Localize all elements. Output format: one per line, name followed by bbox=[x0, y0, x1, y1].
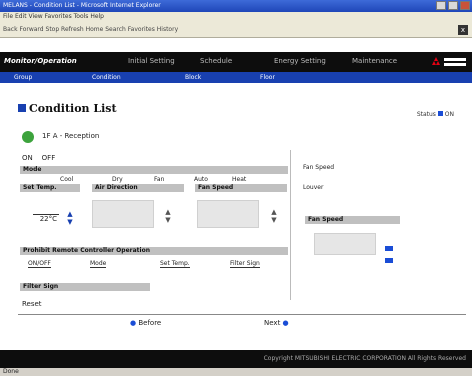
title-square-icon bbox=[18, 104, 26, 112]
previous-label: Before bbox=[138, 319, 162, 327]
mode-header: Mode bbox=[20, 166, 288, 174]
prohibit-mode[interactable]: Mode bbox=[90, 260, 107, 268]
browser-toolbar[interactable]: Back Forward Stop Refresh Home Search Fa… bbox=[0, 22, 472, 38]
top-navigation: Monitor/Operation Initial Setting Schedu… bbox=[0, 52, 472, 72]
previous-button[interactable]: ● Before bbox=[130, 319, 161, 327]
fan-speed-stepper[interactable]: ▲ ▼ bbox=[270, 208, 278, 224]
set-temp-header: Set Temp. bbox=[20, 184, 80, 192]
subnav-floor[interactable]: Floor bbox=[260, 72, 275, 83]
divider bbox=[18, 314, 466, 315]
on-button[interactable]: ON bbox=[22, 154, 33, 162]
fan-speed-header: Fan Speed bbox=[195, 184, 287, 192]
onoff-toggle: ON OFF bbox=[22, 154, 55, 162]
fan-up-icon[interactable] bbox=[385, 246, 393, 251]
nav-energy-setting[interactable]: Energy Setting bbox=[274, 57, 326, 65]
prohibit-header: Prohibit Remote Controller Operation bbox=[20, 247, 288, 255]
next-label: Next bbox=[264, 319, 281, 327]
browser-statusbar: Done bbox=[0, 368, 472, 376]
nav-monitor-operation[interactable]: Monitor/Operation bbox=[4, 57, 77, 65]
minimize-button[interactable] bbox=[436, 1, 446, 10]
right-fan-speed-header: Fan Speed bbox=[305, 216, 400, 224]
filter-sign-header: Filter Sign bbox=[20, 283, 150, 291]
mode-auto[interactable]: Auto bbox=[194, 176, 208, 183]
prohibit-onoff[interactable]: ON/OFF bbox=[28, 260, 51, 268]
air-direction-image bbox=[92, 200, 154, 228]
mode-heat[interactable]: Heat bbox=[232, 176, 246, 183]
browser-menubar[interactable]: File Edit View Favorites Tools Help bbox=[0, 12, 472, 22]
status-indicator: Status ON bbox=[417, 111, 454, 118]
subnav-group[interactable]: Group bbox=[14, 72, 32, 83]
set-temp-value: 22 bbox=[39, 215, 49, 223]
next-arrow-icon: ● bbox=[282, 319, 289, 327]
prohibit-set-temp[interactable]: Set Temp. bbox=[160, 260, 190, 268]
status-value: ON bbox=[444, 111, 454, 118]
mode-fan[interactable]: Fan bbox=[154, 176, 164, 183]
page-title: Condition List bbox=[18, 102, 117, 115]
set-temp-unit: °C bbox=[48, 215, 57, 223]
nav-schedule[interactable]: Schedule bbox=[200, 57, 232, 65]
prohibit-filter-sign[interactable]: Filter Sign bbox=[230, 260, 260, 268]
right-option-fan-speed[interactable]: Fan Speed bbox=[303, 164, 334, 171]
mitsubishi-logo-icon bbox=[432, 57, 466, 66]
subnav-condition[interactable]: Condition bbox=[92, 72, 121, 83]
nav-initial-setting[interactable]: Initial Setting bbox=[128, 57, 175, 65]
close-icon[interactable]: x bbox=[458, 25, 468, 35]
indoor-unit-icon bbox=[22, 131, 34, 143]
air-direction-stepper[interactable]: ▲ ▼ bbox=[164, 208, 172, 224]
maximize-button[interactable] bbox=[448, 1, 458, 10]
prohibit-options: ON/OFF Mode Set Temp. Filter Sign bbox=[20, 260, 288, 272]
close-window-button[interactable] bbox=[460, 1, 470, 10]
next-button[interactable]: Next ● bbox=[264, 319, 289, 327]
right-option-louver[interactable]: Louver bbox=[303, 184, 323, 191]
set-temp-stepper[interactable]: ▲ ▼ bbox=[66, 210, 74, 226]
unit-label: 1F A - Reception bbox=[42, 132, 100, 140]
window-title: MELANS - Condition List - Microsoft Inte… bbox=[3, 2, 161, 9]
footer: Copyright MITSUBISHI ELECTRIC CORPORATIO… bbox=[0, 350, 472, 368]
air-direction-header: Air Direction bbox=[92, 184, 184, 192]
window-titlebar: MELANS - Condition List - Microsoft Inte… bbox=[0, 0, 472, 12]
right-fan-speed-image bbox=[314, 233, 376, 255]
fan-down-icon[interactable] bbox=[385, 258, 393, 263]
mode-dry[interactable]: Dry bbox=[112, 176, 123, 183]
subnav-block[interactable]: Block bbox=[185, 72, 201, 83]
panel-divider bbox=[290, 150, 291, 300]
status-label: Status bbox=[416, 111, 436, 118]
fan-speed-image bbox=[197, 200, 259, 228]
page-title-text: Condition List bbox=[29, 102, 117, 115]
sub-navigation: Group Condition Block Floor bbox=[0, 72, 472, 83]
status-led-icon bbox=[437, 111, 443, 116]
nav-maintenance[interactable]: Maintenance bbox=[352, 57, 397, 65]
set-temp-field[interactable]: 22°C bbox=[33, 214, 59, 224]
filter-reset-button[interactable]: Reset bbox=[22, 300, 42, 308]
previous-arrow-icon: ● bbox=[130, 319, 137, 327]
mode-cool[interactable]: Cool bbox=[60, 176, 73, 183]
off-button[interactable]: OFF bbox=[42, 154, 56, 162]
